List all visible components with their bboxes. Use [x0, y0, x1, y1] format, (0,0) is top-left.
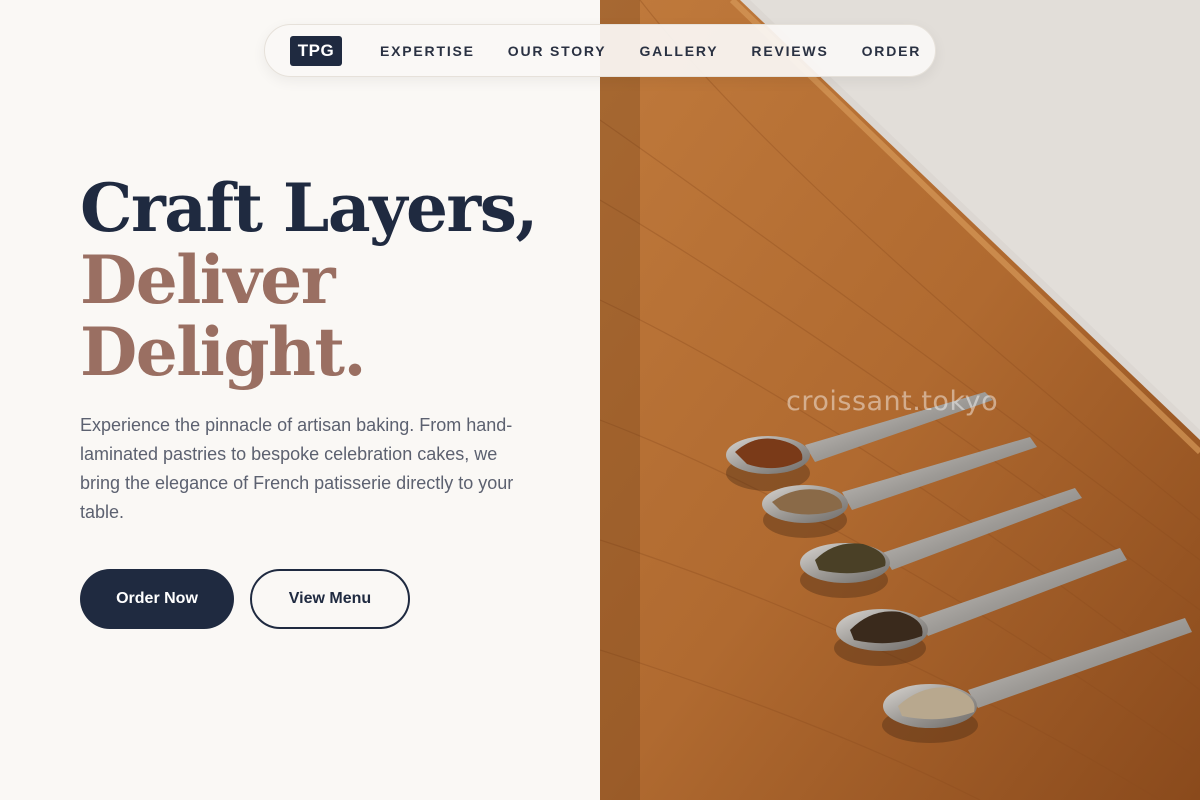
top-nav: TPG EXPERTISE OUR STORY GALLERY REVIEWS … — [264, 24, 936, 77]
hero-title-line-2: Deliver — [80, 241, 335, 319]
order-now-button[interactable]: Order Now — [80, 569, 234, 629]
view-menu-button[interactable]: View Menu — [250, 569, 410, 629]
brand-logo[interactable]: TPG — [290, 35, 342, 66]
hero-image: croissant.tokyo — [600, 0, 1200, 800]
image-watermark: croissant.tokyo — [786, 386, 999, 417]
nav-link-reviews[interactable]: REVIEWS — [751, 43, 828, 59]
nav-links: EXPERTISE OUR STORY GALLERY REVIEWS ORDE… — [380, 43, 921, 59]
nav-link-order[interactable]: ORDER — [862, 43, 922, 59]
hero-title: Craft Layers, Deliver Delight. — [80, 169, 538, 391]
nav-link-expertise[interactable]: EXPERTISE — [380, 43, 475, 59]
nav-link-our-story[interactable]: OUR STORY — [508, 43, 607, 59]
nav-link-gallery[interactable]: GALLERY — [639, 43, 718, 59]
hero-description: Experience the pinnacle of artisan bakin… — [80, 415, 514, 522]
hero-title-line-3: Delight. — [80, 313, 366, 391]
hero-title-line-1: Craft Layers, — [80, 169, 538, 247]
